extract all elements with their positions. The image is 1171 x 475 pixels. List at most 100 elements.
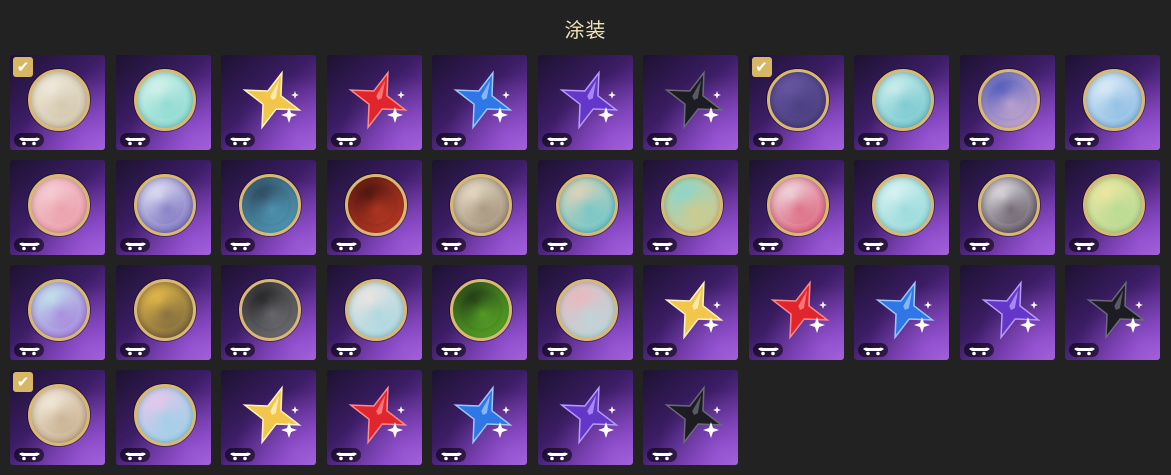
skin-tile[interactable]: ✔ [10,370,105,465]
dragon-swoosh-icon [766,174,829,236]
skin-tile[interactable] [326,370,422,465]
skin-tile[interactable] [10,160,105,255]
skin-tile[interactable] [115,370,211,465]
skin-tile[interactable] [854,265,949,360]
skin-tile[interactable] [959,160,1055,255]
skateboard-icon [541,343,572,357]
skateboard-icon [647,343,677,357]
skateboard-icon [963,133,994,147]
gold-star-icon [242,385,302,445]
skateboard-icon [752,238,783,252]
skin-tile[interactable] [1065,160,1160,255]
blue-star-icon [875,280,935,340]
skateboard-icon [330,343,361,357]
horned-ice-icon [555,279,618,341]
skin-tile[interactable]: ✔ [748,55,844,150]
skateboard-icon [858,238,888,252]
pink-cat-icon [133,384,196,446]
black-star-icon [664,70,724,130]
skin-tile[interactable] [115,265,211,360]
robot-pet-icon [133,279,196,341]
skateboard-icon [436,343,466,357]
green-girl-icon [1083,174,1145,236]
skin-tile[interactable] [221,265,316,360]
skin-tile[interactable] [432,55,527,150]
skin-tile[interactable] [537,160,633,255]
white-creature-icon [28,69,90,131]
teal-wave-icon [133,69,196,131]
skin-tile[interactable]: ✔ [10,55,105,150]
emblem-icon [766,69,829,131]
checkmark-icon: ✔ [13,57,33,77]
skin-tile[interactable] [748,265,844,360]
white-creature-icon [28,384,90,446]
skateboard-icon [752,343,783,357]
green-monster-icon [450,279,512,341]
skin-tile[interactable] [959,265,1055,360]
skin-tile[interactable] [643,370,738,465]
gold-star-icon [242,70,302,130]
skin-tile[interactable] [1065,265,1160,360]
skateboard-icon [119,448,150,462]
skin-tile[interactable] [432,160,527,255]
page-title: 涂装 [564,18,607,42]
skin-tile[interactable] [432,370,527,465]
skateboard-icon [647,133,677,147]
skin-tile[interactable] [748,160,844,255]
dark-knight-icon [239,279,301,341]
winged-crest-icon [133,174,196,236]
skin-tile[interactable] [432,265,527,360]
skin-tile[interactable] [10,265,105,360]
skateboard-icon [858,343,888,357]
skin-tile[interactable] [537,55,633,150]
skateboard-icon [1069,238,1099,252]
skin-grid: ✔ ✔ ✔ [10,55,1165,465]
red-star-icon [769,280,830,340]
purple-star-icon [980,280,1041,340]
skateboard-icon [541,448,572,462]
skateboard-icon [14,343,44,357]
skateboard-icon [225,238,255,252]
blue-star-icon [453,70,513,130]
skateboard-icon [330,133,361,147]
skateboard-icon [858,133,888,147]
blue-tree-icon [239,174,301,236]
flame-icon [344,174,407,236]
skin-tile[interactable] [221,55,316,150]
skin-tile[interactable] [854,160,949,255]
skin-tile[interactable] [959,55,1055,150]
skin-tile[interactable] [643,160,738,255]
skin-tile[interactable] [537,370,633,465]
skin-tile[interactable] [1065,55,1160,150]
skateboard-icon [436,238,466,252]
pink-girl-icon [977,69,1040,131]
skin-tile[interactable] [221,370,316,465]
wave-pattern-icon [1083,69,1145,131]
black-star-icon [664,385,724,445]
skateboard-icon [14,133,44,147]
skateboard-icon [963,343,994,357]
skateboard-icon [119,343,150,357]
purple-star-icon [558,70,619,130]
eye-orb-icon [977,174,1040,236]
skateboard-icon [330,238,361,252]
orange-mask-icon [555,174,618,236]
skateboard-icon [541,238,572,252]
skin-tile[interactable] [115,55,211,150]
skateboard-icon [1069,343,1099,357]
skateboard-icon [1069,133,1099,147]
skin-tile[interactable] [326,160,422,255]
skin-tile[interactable] [854,55,949,150]
skin-tile[interactable] [643,55,738,150]
crystal-spirit-icon [872,174,934,236]
skateboard-icon [119,133,150,147]
skin-tile[interactable] [326,55,422,150]
skin-tile[interactable] [221,160,316,255]
skin-tile[interactable] [115,160,211,255]
blue-star-icon [453,385,513,445]
skin-tile[interactable] [326,265,422,360]
red-star-icon [347,70,408,130]
skin-tile[interactable] [537,265,633,360]
skin-tile[interactable] [643,265,738,360]
skateboard-icon [225,343,255,357]
